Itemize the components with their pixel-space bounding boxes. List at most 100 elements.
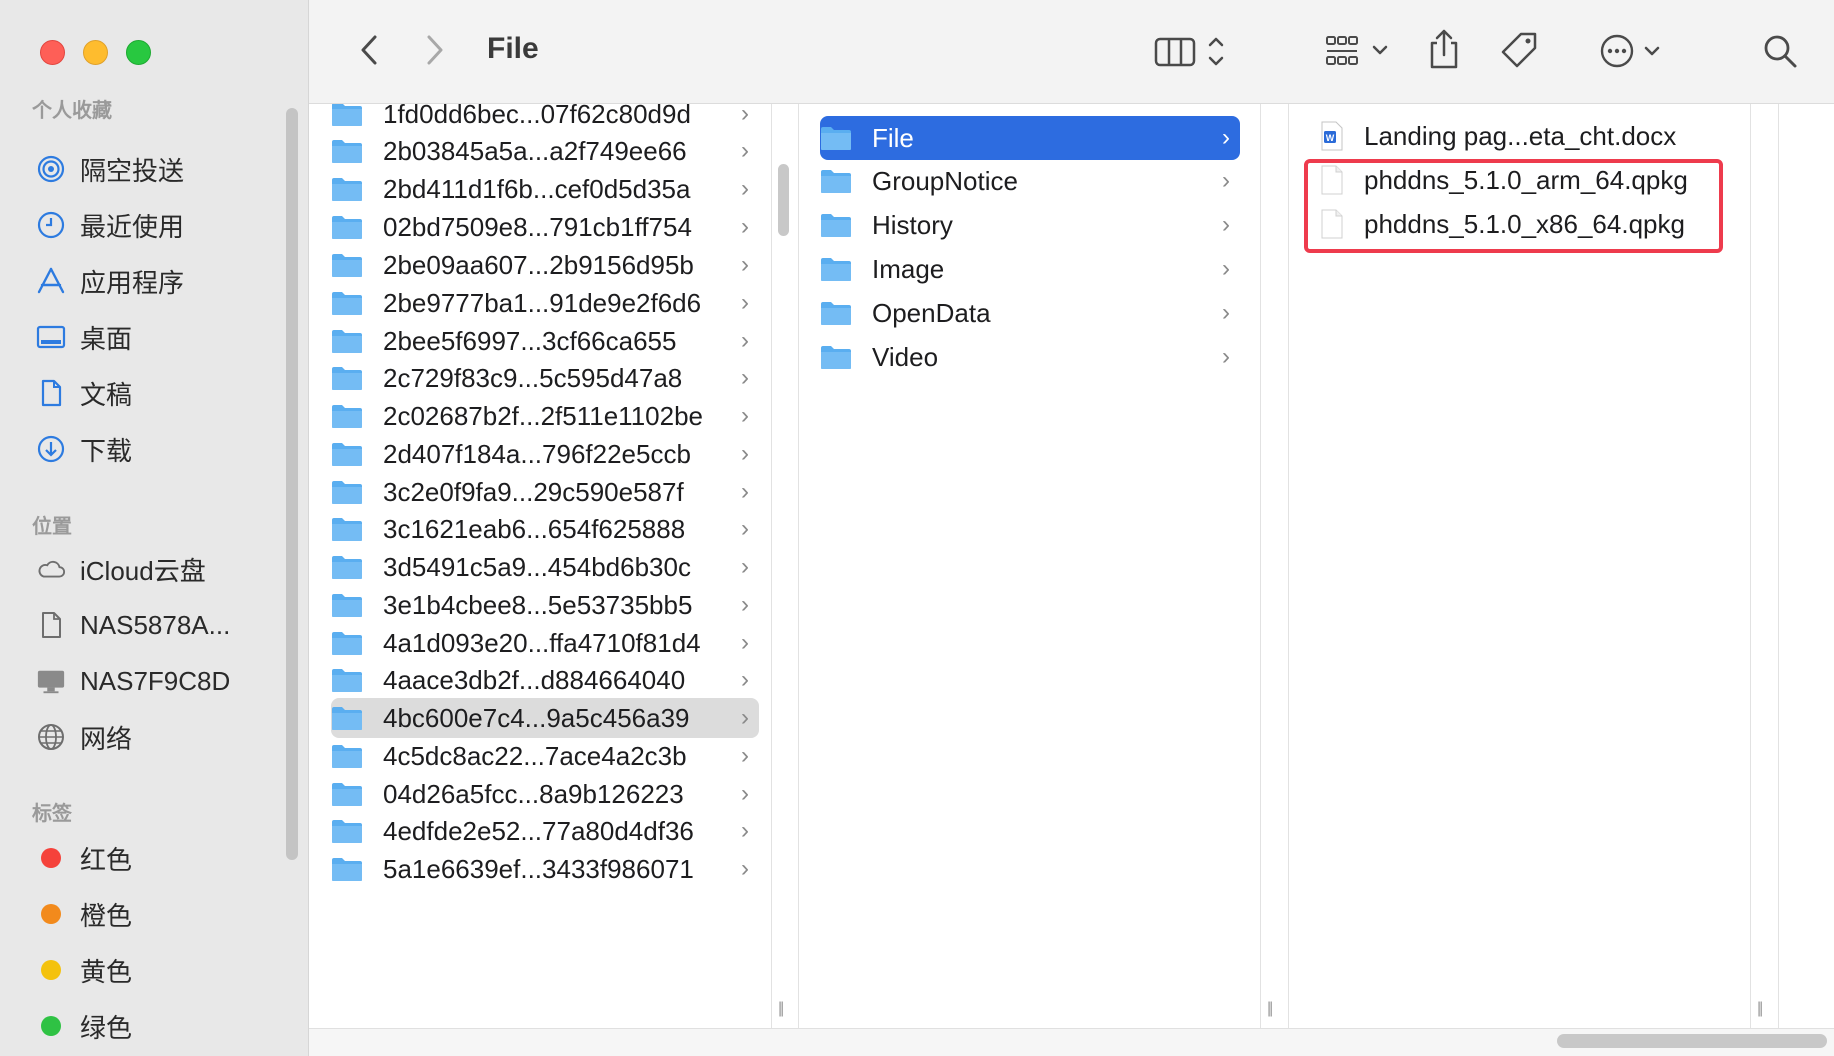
sidebar-item-label: 文稿 bbox=[80, 379, 133, 410]
sidebar-item-downloads[interactable]: 下载 bbox=[36, 429, 132, 469]
sidebar-item-applications[interactable]: 应用程序 bbox=[36, 261, 184, 301]
chevron-right-icon: › bbox=[741, 251, 749, 278]
item-label: 02bd7509e8...791cb1ff754 bbox=[383, 211, 692, 242]
sidebar-item-network[interactable]: 网络 bbox=[36, 717, 132, 757]
ellipsis-circle-icon bbox=[1600, 34, 1660, 68]
group-button[interactable] bbox=[1323, 30, 1403, 72]
download-icon bbox=[36, 434, 66, 464]
item-label: 2be09aa607...2b9156d95b bbox=[383, 249, 694, 280]
minimize-button[interactable] bbox=[83, 40, 108, 65]
locations-header: 位置 bbox=[32, 516, 72, 538]
sidebar-scrollbar[interactable] bbox=[286, 108, 298, 860]
sidebar-tag-yellow[interactable]: 黄色 bbox=[36, 950, 132, 990]
zoom-button[interactable] bbox=[126, 40, 151, 65]
list-item-selected[interactable]: 4bc600e7c4...9a5c456a39 › bbox=[331, 698, 759, 738]
airdrop-icon bbox=[36, 154, 66, 184]
sidebar-item-documents[interactable]: 文稿 bbox=[36, 373, 132, 413]
sidebar-item-label: 下载 bbox=[80, 435, 133, 466]
list-item[interactable]: 2bd411d1f6b...cef0d5d35a › bbox=[331, 169, 759, 209]
list-item[interactable]: Video › bbox=[820, 337, 1240, 377]
list-item[interactable]: OpenData › bbox=[820, 293, 1240, 333]
list-item[interactable]: 2d407f184a...796f22e5ccb › bbox=[331, 434, 759, 474]
sidebar-item-airdrop[interactable]: 隔空投送 bbox=[36, 149, 184, 189]
sidebar-item-nas5878a[interactable]: NAS5878A... bbox=[36, 605, 230, 645]
sidebar-item-label: 最近使用 bbox=[80, 211, 185, 242]
list-item[interactable]: 02bd7509e8...791cb1ff754 › bbox=[331, 207, 759, 247]
share-button[interactable] bbox=[1419, 24, 1469, 74]
sidebar-item-icloud[interactable]: iCloud云盘 bbox=[36, 549, 206, 589]
folder-icon bbox=[332, 140, 362, 163]
sidebar-item-label: 应用程序 bbox=[80, 267, 185, 298]
tag-icon bbox=[1501, 32, 1537, 68]
back-button[interactable] bbox=[351, 30, 387, 70]
list-item[interactable]: 2b03845a5a...a2f749ee66 › bbox=[331, 131, 759, 171]
folder-icon bbox=[821, 214, 851, 237]
sidebar-tag-orange[interactable]: 橙色 bbox=[36, 894, 132, 934]
tag-dot-container bbox=[36, 1011, 66, 1041]
sidebar-tag-green[interactable]: 绿色 bbox=[36, 1006, 132, 1046]
sidebar-item-nas7f9c8d[interactable]: NAS7F9C8D bbox=[36, 661, 230, 701]
chevron-right-icon: › bbox=[741, 780, 749, 807]
view-options-button[interactable] bbox=[1153, 30, 1233, 72]
item-label: 2d407f184a...796f22e5ccb bbox=[383, 438, 691, 469]
column-divider bbox=[1260, 104, 1261, 1028]
folder-icon bbox=[332, 405, 362, 428]
list-item[interactable]: 2be9777ba1...91de9e2f6d6 › bbox=[331, 283, 759, 323]
column-1-scrollbar[interactable] bbox=[778, 164, 789, 236]
folder-icon bbox=[332, 481, 362, 504]
list-item[interactable]: 3e1b4cbee8...5e53735bb5 › bbox=[331, 585, 759, 625]
item-label: 2bee5f6997...3cf66ca655 bbox=[383, 325, 677, 356]
column-resize-handle[interactable]: || bbox=[1267, 1000, 1273, 1018]
list-item[interactable]: 4a1d093e20...ffa4710f81d4 › bbox=[331, 623, 759, 663]
search-button[interactable] bbox=[1757, 28, 1803, 74]
column-resize-handle[interactable]: || bbox=[778, 1000, 784, 1018]
sidebar-item-recents[interactable]: 最近使用 bbox=[36, 205, 184, 245]
folder-icon bbox=[332, 443, 362, 466]
clock-icon bbox=[36, 210, 66, 240]
folder-icon bbox=[332, 178, 362, 201]
list-item[interactable]: 2bee5f6997...3cf66ca655 › bbox=[331, 321, 759, 361]
sidebar-tag-red[interactable]: 红色 bbox=[36, 838, 132, 878]
icloud-icon bbox=[36, 554, 66, 584]
list-item[interactable]: 5a1e6639ef...3433f986071 › bbox=[331, 849, 759, 889]
item-label: Video bbox=[872, 341, 939, 372]
sidebar-item-desktop[interactable]: 桌面 bbox=[36, 317, 132, 357]
chevron-right-icon: › bbox=[1222, 343, 1230, 370]
list-item-selected[interactable]: File › bbox=[820, 116, 1240, 160]
horizontal-scrollbar[interactable] bbox=[1557, 1034, 1827, 1048]
list-item[interactable]: 4edfde2e52...77a80d4df36 › bbox=[331, 811, 759, 851]
list-item[interactable]: 2c02687b2f...2f511e1102be › bbox=[331, 396, 759, 436]
document-icon bbox=[36, 378, 66, 408]
more-actions-button[interactable] bbox=[1599, 30, 1675, 72]
close-button[interactable] bbox=[40, 40, 65, 65]
desktop-icon bbox=[36, 322, 66, 352]
list-item[interactable]: 4c5dc8ac22...7ace4a2c3b › bbox=[331, 736, 759, 776]
tag-button[interactable] bbox=[1495, 26, 1545, 76]
column-resize-handle[interactable]: || bbox=[1757, 1000, 1763, 1018]
chevron-right-icon: › bbox=[1222, 211, 1230, 238]
item-label: OpenData bbox=[872, 297, 991, 328]
favorites-header: 个人收藏 bbox=[32, 100, 112, 122]
list-item[interactable]: 4aace3db2f...d884664040 › bbox=[331, 660, 759, 700]
forward-button[interactable] bbox=[417, 30, 453, 70]
list-item[interactable]: 1fd0dd6bec...07f62c80d9d › bbox=[331, 104, 759, 134]
folder-icon bbox=[332, 518, 362, 541]
list-item[interactable]: 3d5491c5a9...454bd6b30c › bbox=[331, 547, 759, 587]
chevron-right-icon: › bbox=[1222, 299, 1230, 326]
list-item[interactable]: Image › bbox=[820, 249, 1240, 289]
item-label: 4aace3db2f...d884664040 bbox=[383, 664, 686, 695]
folder-icon bbox=[332, 783, 362, 806]
list-item[interactable]: 3c1621eab6...654f625888 › bbox=[331, 509, 759, 549]
list-item[interactable]: GroupNotice › bbox=[820, 161, 1240, 201]
folder-icon bbox=[332, 330, 362, 353]
list-item[interactable]: 2be09aa607...2b9156d95b › bbox=[331, 245, 759, 285]
list-item[interactable]: W Landing pag...eta_cht.docx bbox=[1320, 116, 1676, 156]
list-item[interactable]: 2c729f83c9...5c595d47a8 › bbox=[331, 358, 759, 398]
chevron-right-icon: › bbox=[1222, 167, 1230, 194]
list-item[interactable]: 04d26a5fcc...8a9b126223 › bbox=[331, 774, 759, 814]
folder-icon bbox=[332, 367, 362, 390]
list-item[interactable]: History › bbox=[820, 205, 1240, 245]
list-item[interactable]: 3c2e0f9fa9...29c590e587f › bbox=[331, 472, 759, 512]
chevron-right-icon: › bbox=[741, 742, 749, 769]
chevron-right-icon: › bbox=[1222, 124, 1230, 151]
